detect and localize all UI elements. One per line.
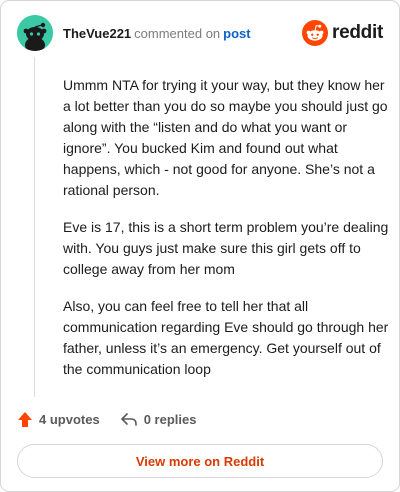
- snoo-avatar-icon[interactable]: [17, 15, 53, 51]
- comment-body: Ummm NTA for trying it your way, but the…: [63, 75, 389, 396]
- action-text: commented on: [134, 26, 221, 41]
- comment-paragraph: Ummm NTA for trying it your way, but the…: [63, 77, 388, 198]
- comment-paragraph: Also, you can feel free to tell her that…: [63, 298, 389, 377]
- replies-button[interactable]: 0 replies: [120, 411, 197, 427]
- upvote-button[interactable]: 4 upvotes: [17, 411, 100, 428]
- thread-line: [34, 57, 35, 397]
- brand-wordmark: reddit: [332, 22, 383, 43]
- reply-arrow-icon: [120, 412, 137, 426]
- embedded-comment-card: TheVue221 commented on post reddit Ummm NT…: [0, 0, 400, 492]
- upvotes-count: 4 upvotes: [39, 411, 100, 427]
- upvote-arrow-icon: [18, 411, 32, 427]
- post-link[interactable]: post: [223, 26, 250, 41]
- comment-footer: 4 upvotes 0 replies: [17, 409, 196, 429]
- comment-header: TheVue221 commented on post reddit: [17, 15, 383, 53]
- username-link[interactable]: TheVue221: [63, 26, 131, 41]
- reddit-brand[interactable]: reddit: [302, 19, 383, 47]
- reddit-logo-icon: [302, 20, 329, 46]
- comment-paragraph: Eve is 17, this is a short term problem …: [63, 219, 389, 277]
- comment-meta: TheVue221 commented on post: [63, 26, 251, 41]
- view-more-button[interactable]: View more on Reddit: [17, 444, 383, 478]
- replies-count: 0 replies: [143, 411, 197, 427]
